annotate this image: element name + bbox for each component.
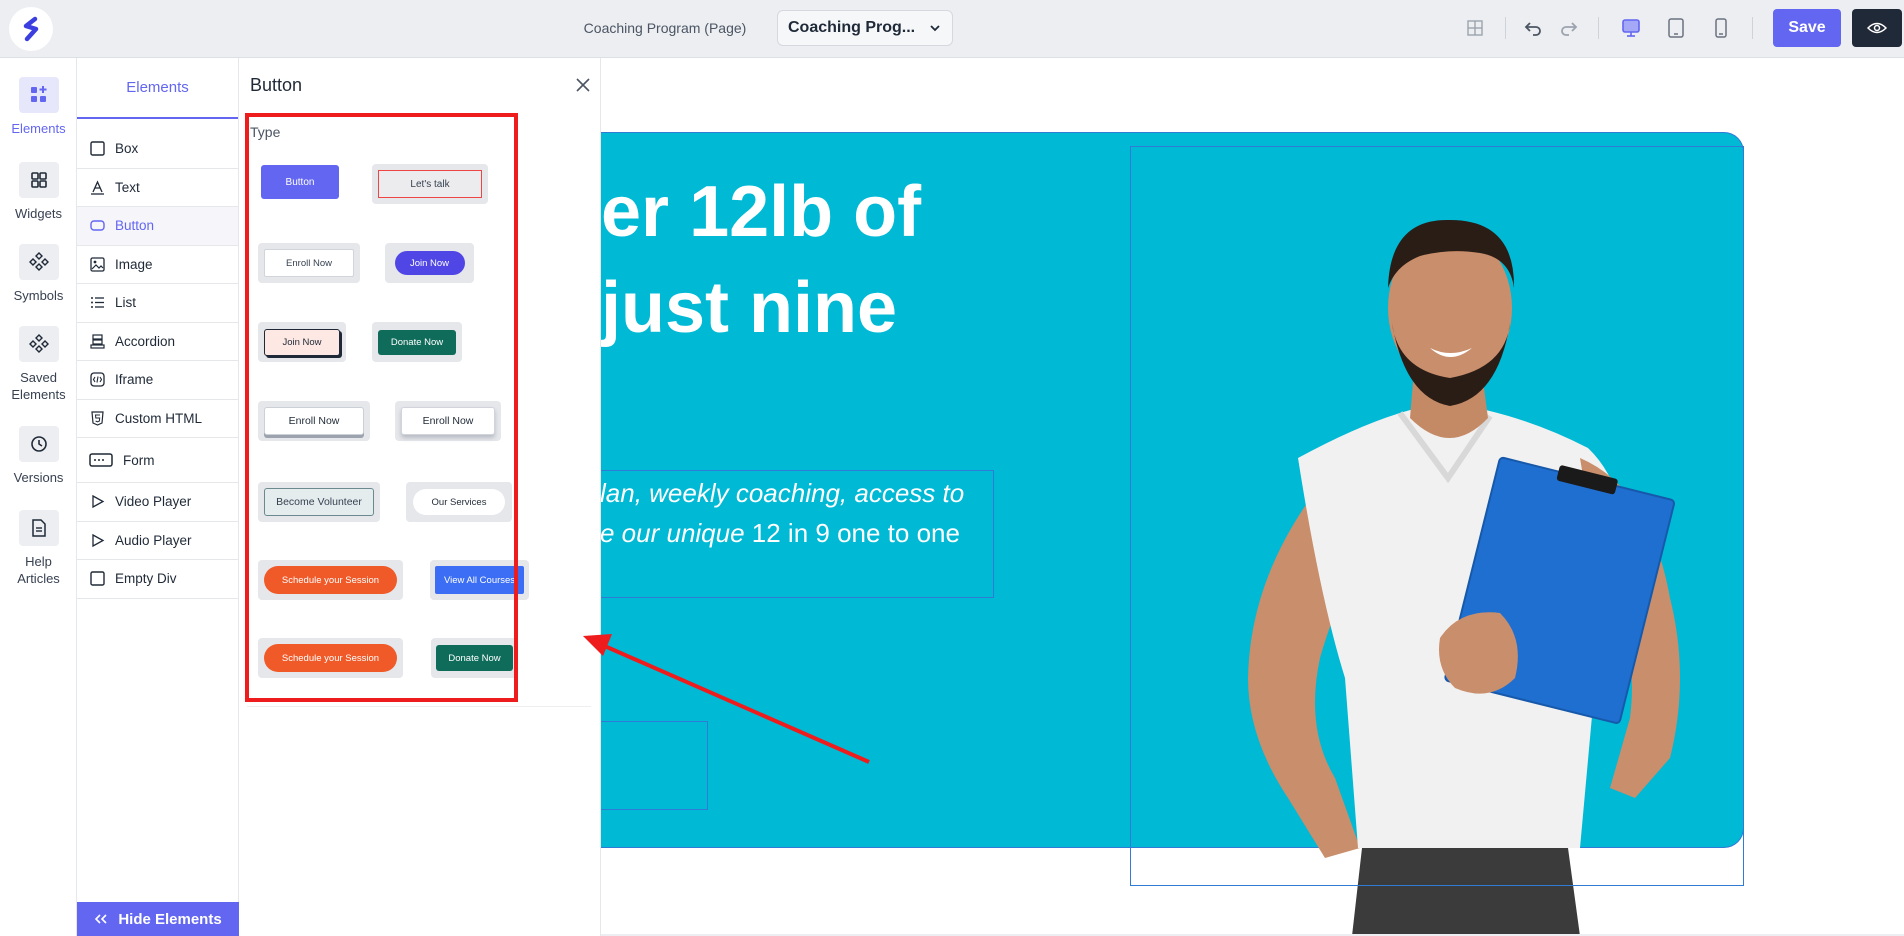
- element-item-custom-html[interactable]: Custom HTML: [77, 400, 238, 438]
- page-select[interactable]: Coaching Prog...: [777, 10, 953, 46]
- panel-title: Button: [250, 75, 303, 95]
- rail-label: Saved Elements: [11, 370, 66, 402]
- form-icon: [89, 452, 113, 468]
- toolbar-divider: [1752, 17, 1753, 39]
- element-item-label: Accordion: [115, 333, 176, 349]
- app-logo[interactable]: [9, 7, 53, 51]
- elements-panel: Elements Box Text Button Image List Acco…: [77, 58, 239, 936]
- rail-item-help-articles[interactable]: Help Articles: [0, 510, 77, 587]
- page-label: Coaching Program (Page): [583, 20, 747, 36]
- element-item-list[interactable]: List: [77, 284, 238, 323]
- top-bar: Coaching Program (Page) Coaching Prog...…: [0, 0, 1904, 58]
- cta-selection-box[interactable]: [601, 721, 708, 810]
- box-icon: [89, 141, 105, 157]
- hide-elements-label: Hide Elements: [118, 910, 222, 928]
- element-item-label: Video Player: [115, 494, 192, 510]
- saved-elements-icon: [18, 326, 59, 362]
- chevron-down-icon: [930, 25, 940, 32]
- element-item-label: Custom HTML: [115, 410, 203, 426]
- desktop-icon[interactable]: [1617, 14, 1645, 42]
- eye-icon: [1867, 22, 1887, 34]
- widgets-icon: [18, 162, 59, 198]
- element-item-label: List: [115, 295, 137, 311]
- toolbar-divider: [1598, 17, 1599, 39]
- element-item-button[interactable]: Button: [77, 207, 238, 246]
- rail-label: Versions: [13, 470, 64, 485]
- button-icon: [89, 218, 105, 234]
- redo-icon[interactable]: [1555, 14, 1583, 42]
- hide-elements-button[interactable]: Hide Elements: [77, 902, 239, 936]
- button-type-panel: Button Type Button Let's talk Enroll Now…: [239, 58, 601, 936]
- element-item-image[interactable]: Image: [77, 246, 238, 284]
- image-icon: [89, 256, 105, 272]
- double-chevron-left-icon: [95, 914, 107, 924]
- accordion-icon: [89, 333, 105, 349]
- rail-label: Symbols: [13, 288, 64, 303]
- image-selection-box: [1130, 146, 1744, 886]
- rail-item-versions[interactable]: Versions: [0, 426, 77, 486]
- element-item-audio-player[interactable]: Audio Player: [77, 522, 238, 560]
- hero-headline[interactable]: er 12lb of just nine: [601, 164, 921, 356]
- element-item-label: Form: [123, 452, 155, 468]
- page-canvas[interactable]: er 12lb of just nine lan, weekly coachin…: [601, 58, 1904, 936]
- page-select-value: Coaching Prog...: [788, 19, 916, 36]
- rail-item-widgets[interactable]: Widgets: [0, 162, 77, 222]
- subtext-line-2-rest: 12 in 9 one to one: [744, 518, 960, 548]
- element-item-label: Audio Player: [115, 532, 192, 548]
- mobile-icon[interactable]: [1707, 14, 1735, 42]
- rail-label: Elements: [11, 121, 66, 136]
- element-item-label: Empty Div: [115, 571, 177, 587]
- element-item-label: Box: [115, 141, 139, 157]
- text-icon: [89, 179, 105, 195]
- subtext-line-2-italic: e our unique: [601, 518, 745, 548]
- divider: [247, 706, 591, 707]
- tab-elements[interactable]: Elements: [77, 58, 238, 119]
- element-item-accordion[interactable]: Accordion: [77, 323, 238, 361]
- preview-button[interactable]: [1852, 9, 1902, 47]
- history-icon: [18, 426, 59, 462]
- left-rail: Elements Widgets Symbols Saved Elements …: [0, 58, 77, 936]
- element-item-form[interactable]: Form: [77, 438, 238, 483]
- document-icon: [18, 510, 59, 546]
- iframe-icon: [89, 372, 105, 388]
- element-item-text[interactable]: Text: [77, 169, 238, 207]
- rail-item-elements[interactable]: Elements: [0, 77, 77, 137]
- symbols-icon: [18, 244, 59, 280]
- annotation-highlight-box: [245, 113, 518, 702]
- close-icon[interactable]: [574, 76, 592, 94]
- element-item-label: Button: [115, 218, 155, 234]
- layout-grid-icon[interactable]: [1461, 14, 1489, 42]
- subtext-line-1: lan, weekly coaching, access to: [601, 478, 965, 508]
- element-item-video-player[interactable]: Video Player: [77, 483, 238, 522]
- headline-line-1: er 12lb of: [601, 172, 922, 252]
- rail-label: Help Articles: [17, 554, 60, 586]
- element-item-iframe[interactable]: Iframe: [77, 361, 238, 400]
- toolbar-divider: [1505, 17, 1506, 39]
- box-icon: [89, 571, 105, 587]
- list-icon: [89, 295, 105, 311]
- play-icon: [89, 494, 105, 510]
- elements-icon: [18, 77, 59, 113]
- rail-item-symbols[interactable]: Symbols: [0, 244, 77, 304]
- element-item-box[interactable]: Box: [77, 130, 238, 169]
- rail-label: Widgets: [15, 206, 62, 221]
- html-icon: [89, 410, 105, 426]
- hero-subtext[interactable]: lan, weekly coaching, access to e our un…: [601, 473, 964, 553]
- rail-item-saved-elements[interactable]: Saved Elements: [0, 326, 77, 403]
- element-item-label: Text: [115, 179, 140, 195]
- save-button[interactable]: Save: [1773, 9, 1841, 47]
- element-item-empty-div[interactable]: Empty Div: [77, 560, 238, 599]
- undo-icon[interactable]: [1519, 14, 1547, 42]
- element-item-label: Iframe: [115, 372, 154, 388]
- tablet-icon[interactable]: [1662, 14, 1690, 42]
- play-icon: [89, 532, 105, 548]
- headline-line-2: just nine: [601, 268, 898, 348]
- element-item-label: Image: [115, 256, 153, 272]
- logo-icon: [23, 16, 39, 42]
